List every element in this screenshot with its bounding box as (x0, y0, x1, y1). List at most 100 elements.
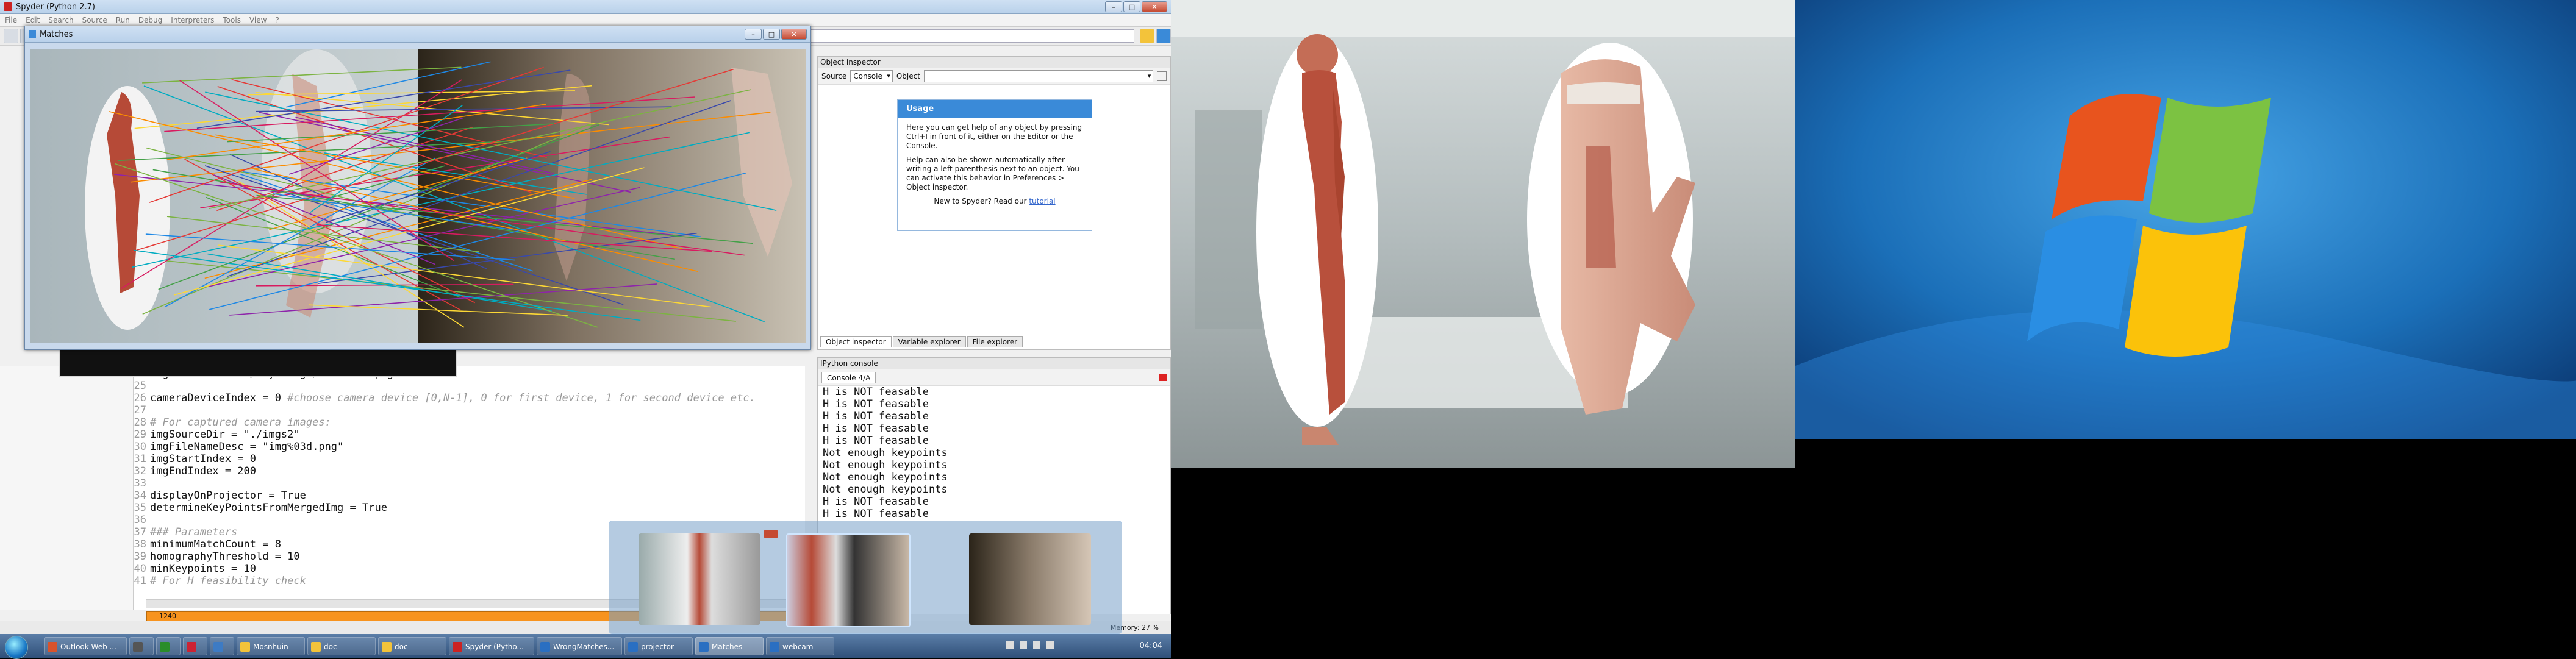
taskbar-item-label: Spyder (Pytho... (465, 643, 524, 651)
tab-variable-explorer[interactable]: Variable explorer (892, 336, 966, 347)
usage-title: Usage (898, 100, 1092, 118)
menu-interpreters[interactable]: Interpreters (171, 16, 214, 24)
taskbar-item-label: projector (641, 643, 674, 651)
minimize-button[interactable]: – (1105, 1, 1122, 12)
app-icon (540, 642, 550, 652)
code-text: determineKeyPointsFromMergedImg = True (150, 502, 387, 514)
object-label: Object (896, 72, 920, 80)
win7-offscreen-area (1795, 439, 2576, 658)
code-text: minimumMatchCount = 8 (150, 538, 281, 550)
object-inspector-title: Object inspector (818, 57, 1170, 68)
app-icon (453, 642, 462, 652)
inspector-source-row: Source Console Object (818, 68, 1170, 85)
taskbar-item[interactable] (129, 637, 154, 655)
matches-window[interactable]: Matches – □ ✕ (24, 26, 811, 350)
taskbar-item[interactable] (156, 637, 181, 655)
source-select[interactable]: Console (850, 70, 893, 82)
taskbar-item-label: Mosnhuin (253, 643, 288, 651)
menu-view[interactable]: View (249, 16, 267, 24)
lock-icon[interactable] (1157, 71, 1167, 81)
spyder-titlebar[interactable]: Spyder (Python 2.7) – □ ✕ (0, 0, 1171, 14)
console-line: H is NOT feasable (823, 508, 929, 520)
taskbar-thumbnail-popup (609, 521, 1122, 634)
menu-search[interactable]: Search (48, 16, 73, 24)
thumbnail-projector[interactable] (969, 533, 1091, 625)
clock[interactable]: 04:04 (1140, 641, 1162, 650)
close-button[interactable]: ✕ (1142, 1, 1167, 12)
network-icon[interactable] (1020, 641, 1027, 649)
taskbar-item[interactable]: Outlook Web ... (44, 637, 127, 655)
taskbar-item-label: WrongMatches... (553, 643, 615, 651)
tab-console[interactable]: Console 4/A (821, 371, 876, 383)
taskbar-item-label: doc (324, 643, 337, 651)
console-line: H is NOT feasable (823, 398, 929, 410)
app-icon (382, 642, 392, 652)
taskbar-item[interactable]: webcam (766, 637, 834, 655)
menu-run[interactable]: Run (116, 16, 130, 24)
folder-icon[interactable] (1140, 29, 1154, 43)
console-line: Not enough keypoints (823, 471, 948, 483)
menu-edit[interactable]: Edit (26, 16, 40, 24)
app-icon (133, 642, 143, 652)
menu-debug[interactable]: Debug (138, 16, 162, 24)
taskbar-item-label: doc (395, 643, 408, 651)
app-icon (48, 642, 57, 652)
win7-desktop (1795, 0, 2576, 439)
menu-bar: File Edit Search Source Run Debug Interp… (0, 14, 1171, 27)
console-title: IPython console (818, 358, 1170, 369)
object-inspector-pane: Object inspector Source Console Object U… (817, 56, 1171, 350)
power-icon[interactable] (1046, 641, 1054, 649)
code-text: displayOnProjector = True (150, 490, 306, 502)
taskbar-item[interactable]: Matches (695, 637, 764, 655)
tutorial-link[interactable]: tutorial (1029, 197, 1055, 205)
object-select[interactable] (923, 70, 1154, 82)
menu-file[interactable]: File (5, 16, 17, 24)
taskbar-item[interactable]: Spyder (Pytho... (449, 637, 534, 655)
camera-strip-window[interactable] (59, 349, 457, 377)
menu-source[interactable]: Source (82, 16, 107, 24)
taskbar-item[interactable] (210, 637, 234, 655)
inspector-tabs: Object inspector Variable explorer File … (820, 336, 1023, 347)
taskbar-item[interactable]: projector (624, 637, 693, 655)
code-comment: # For H feasibility check (150, 575, 306, 587)
tab-file-explorer[interactable]: File explorer (967, 336, 1023, 347)
taskbar-item[interactable]: WrongMatches... (537, 637, 622, 655)
code-text: imgSourceDir = "./imgs2" (150, 429, 300, 441)
stop-icon[interactable] (1159, 374, 1167, 381)
taskbar-item[interactable] (183, 637, 207, 655)
maximize-button[interactable]: □ (1123, 1, 1140, 12)
tray-icons[interactable] (1006, 641, 1079, 651)
thumbnail-wrongmatches[interactable] (639, 533, 760, 625)
volume-icon[interactable] (1033, 641, 1040, 649)
thumbnail-matches[interactable] (786, 533, 911, 627)
source-label: Source (821, 72, 847, 80)
usage-text-1: Here you can get help of any object by p… (906, 123, 1082, 150)
start-button[interactable] (5, 636, 28, 659)
matches-titlebar[interactable]: Matches – □ ✕ (25, 26, 810, 43)
console-output[interactable]: H is NOT feasable H is NOT feasable H is N… (818, 386, 1170, 520)
code-comment: #choose camera device [0,N-1], 0 for fir… (287, 392, 756, 404)
minimize-button[interactable]: – (745, 29, 762, 40)
console-line: H is NOT feasable (823, 435, 929, 447)
menu-help[interactable]: ? (275, 16, 279, 24)
maximize-button[interactable]: □ (763, 29, 780, 40)
up-arrow-icon[interactable] (1156, 29, 1171, 43)
window-icon (29, 30, 36, 38)
app-icon (240, 642, 250, 652)
projector-offscreen-area (1171, 468, 1795, 658)
tab-object-inspector[interactable]: Object inspector (820, 336, 892, 347)
new-file-icon[interactable] (4, 29, 18, 43)
console-line: H is NOT feasable (823, 410, 929, 422)
taskbar-item[interactable]: doc (378, 637, 446, 655)
close-button[interactable]: ✕ (781, 29, 807, 40)
console-line: H is NOT feasable (823, 422, 929, 435)
menu-tools[interactable]: Tools (223, 16, 241, 24)
python-icon (4, 2, 12, 11)
taskbar-item[interactable]: doc (307, 637, 376, 655)
code-text: imgFileNameDesc = "img%03d.png" (150, 441, 344, 453)
code-comment: ### Parameters (150, 526, 238, 538)
flag-icon[interactable] (1006, 641, 1014, 649)
close-icon[interactable] (764, 530, 778, 538)
matches-image (30, 49, 806, 343)
taskbar-item[interactable]: Mosnhuin (237, 637, 305, 655)
